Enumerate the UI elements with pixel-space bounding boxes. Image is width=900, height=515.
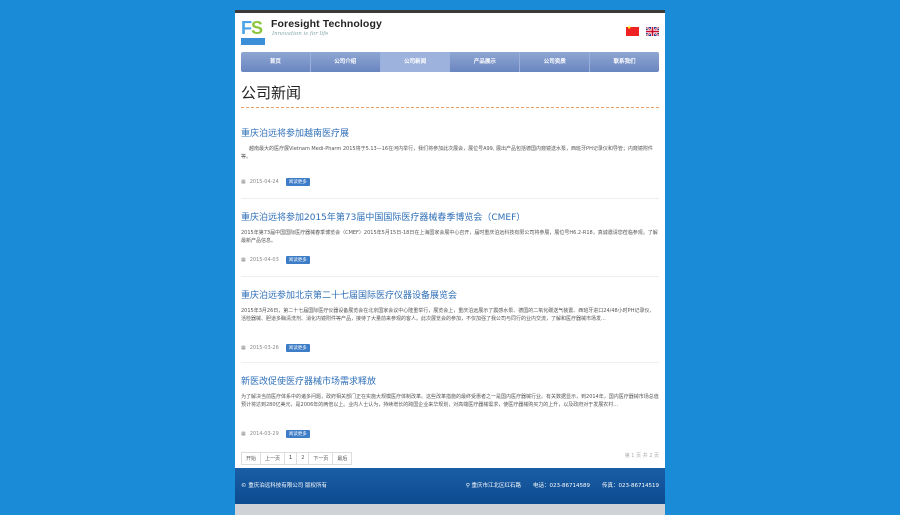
- contact-info: ⚲ 重庆市江北区红石路 电话：023-86714589 传真：023-86714…: [466, 481, 659, 489]
- news-item: 重庆泊远将参加2015年第73届中国国际医疗器械春季博览会（CMEF） 2015…: [241, 210, 659, 264]
- nav-item-news[interactable]: 公司新闻: [380, 52, 451, 72]
- company-name: Foresight Technology: [271, 18, 382, 30]
- pager-first[interactable]: 开始: [241, 452, 262, 465]
- nav-item-qualifications[interactable]: 公司资质: [520, 52, 591, 72]
- address: 重庆市江北区红石路: [471, 483, 522, 489]
- news-item: 重庆泊远参加北京第二十七届国际医疗仪器设备展览会 2015年3月26日，第二十七…: [241, 288, 659, 352]
- copyright: © 重庆泊远科技有限公司 版权所有: [241, 483, 327, 489]
- language-switcher: [626, 25, 659, 36]
- news-title[interactable]: 重庆泊远将参加2015年第73届中国国际医疗器械春季博览会（CMEF）: [241, 210, 659, 223]
- footer-bottom-bar: [235, 504, 665, 515]
- nav-item-contact[interactable]: 联系我们: [590, 52, 659, 72]
- main-nav: 首页 公司介绍 公司新闻 产品展示 公司资质 联系我们: [241, 52, 659, 72]
- news-meta: ▦ 2015-04-24 阅读更多: [241, 178, 310, 186]
- map-pin-icon: ⚲: [465, 483, 470, 489]
- page-title: 公司新闻: [241, 84, 302, 102]
- nav-item-home[interactable]: 首页: [241, 52, 311, 72]
- read-more-button[interactable]: 阅读更多: [285, 256, 310, 264]
- calendar-icon: ▦: [241, 179, 246, 185]
- page-count: 第 1 页 共 2 页: [624, 453, 659, 459]
- title-divider: [241, 107, 659, 108]
- divider: [241, 362, 659, 363]
- news-summary: 2015年第73届中国国际医疗器械春季博览会（CMEF）2015年5月15日-1…: [241, 230, 658, 244]
- news-summary: 越南最大的医疗展Vietnam Medi-Pharm 2015将于5.13—16…: [241, 146, 653, 160]
- news-date: 2015-03-26: [249, 345, 279, 351]
- uk-flag-icon[interactable]: [646, 27, 659, 36]
- address-block: ⚲ 重庆市江北区红石路: [466, 481, 521, 489]
- nav-item-about[interactable]: 公司介绍: [311, 52, 381, 72]
- news-date: 2015-04-24: [249, 179, 279, 185]
- news-date: 2015-04-03: [249, 257, 279, 263]
- news-title[interactable]: 重庆泊远参加北京第二十七届国际医疗仪器设备展览会: [241, 288, 659, 301]
- news-meta: ▦ 2014-03-29 阅读更多: [241, 430, 310, 438]
- pagination: 开始 上一页 1 2 下一页 最后: [241, 452, 353, 465]
- divider: [241, 276, 659, 277]
- read-more-button[interactable]: 阅读更多: [285, 430, 310, 438]
- calendar-icon: ▦: [241, 345, 246, 351]
- read-more-button[interactable]: 阅读更多: [285, 178, 310, 186]
- phone: 电话：023-86714589: [533, 483, 591, 489]
- header: F S Foresight Technology Innovation is f…: [235, 13, 665, 51]
- pager-next[interactable]: 下一页: [308, 452, 334, 465]
- company-tagline: Innovation is for life: [272, 31, 329, 37]
- logo-icon[interactable]: F S: [241, 17, 265, 47]
- page-container: F S Foresight Technology Innovation is f…: [235, 10, 665, 515]
- divider: [241, 198, 659, 199]
- svg-text:S: S: [251, 18, 263, 38]
- news-title[interactable]: 新医改促使医疗器械市场需求释放: [241, 374, 659, 387]
- nav-item-products[interactable]: 产品展示: [450, 52, 521, 72]
- news-date: 2014-03-29: [249, 431, 279, 437]
- fax: 传真：023-86714519: [602, 483, 659, 489]
- footer: © 重庆泊远科技有限公司 版权所有 ⚲ 重庆市江北区红石路 电话：023-867…: [235, 468, 665, 504]
- news-meta: ▦ 2015-03-26 阅读更多: [241, 344, 310, 352]
- read-more-button[interactable]: 阅读更多: [285, 344, 310, 352]
- news-meta: ▦ 2015-04-03 阅读更多: [241, 256, 310, 264]
- news-item: 重庆泊远将参加越南医疗展 越南最大的医疗展Vietnam Medi-Pharm …: [241, 126, 659, 186]
- news-title[interactable]: 重庆泊远将参加越南医疗展: [241, 126, 659, 139]
- pager-last[interactable]: 最后: [332, 452, 353, 465]
- news-item: 新医改促使医疗器械市场需求释放 为了解决当前医疗体系中的诸多问题，政府相关部门正…: [241, 374, 659, 438]
- pager-prev[interactable]: 上一页: [260, 452, 286, 465]
- news-summary: 为了解决当前医疗体系中的诸多问题，政府相关部门正在实施大规模医疗体制改革。这些改…: [241, 394, 659, 408]
- news-summary: 2015年3月26日，第二十七届国际医疗仪器设备展览会在北京国家会议中心隆重举行…: [241, 308, 655, 322]
- calendar-icon: ▦: [241, 431, 246, 437]
- china-flag-icon[interactable]: [626, 25, 639, 36]
- calendar-icon: ▦: [241, 257, 246, 263]
